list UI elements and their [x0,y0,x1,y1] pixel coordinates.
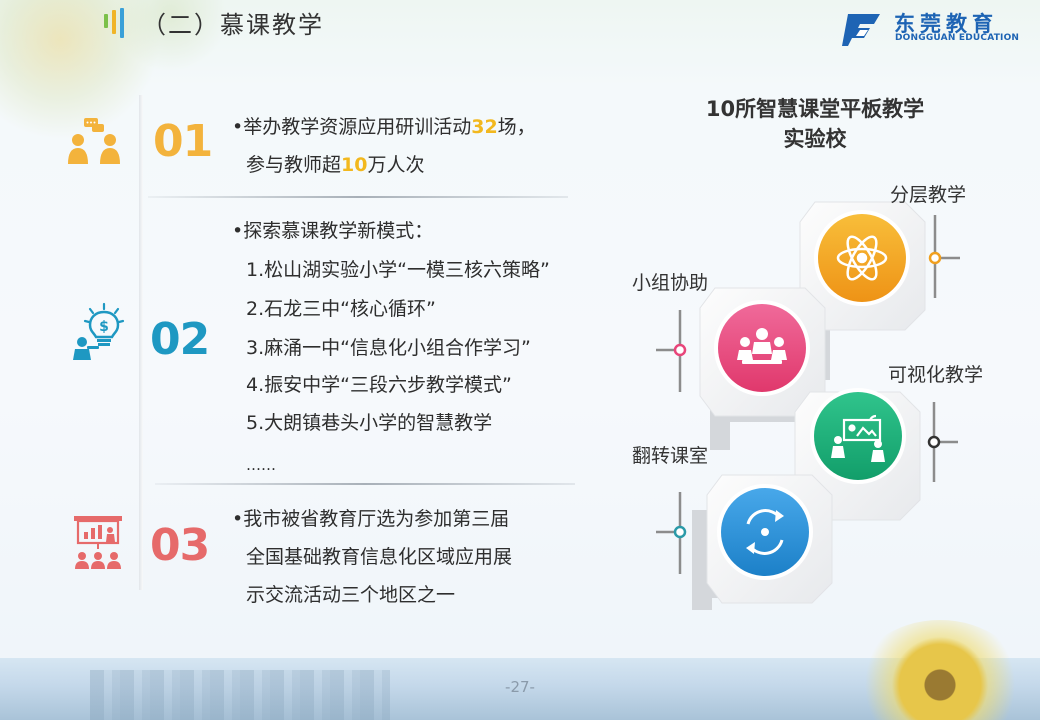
feature-label-layered: 分层教学 [890,184,967,206]
section-02-ellipsis: …… [246,456,276,474]
feature-label-group: 小组协助 [632,272,709,294]
activity-count: 32 [471,116,498,138]
presentation-audience-icon [74,516,122,569]
logo-text-en: DONGGUAN EDUCATION [895,33,1020,43]
section-number-03: 03 [150,520,210,571]
people-chat-icon [68,118,120,164]
logo-mark-icon [842,14,880,46]
right-title-line-2: 实验校 [783,127,847,151]
section-separator-2 [155,483,575,485]
svg-text:$: $ [99,319,109,335]
section-01-line-1: •举办教学资源应用研训活动32场， [232,114,536,140]
right-title-line-1: 10所智慧课堂平板教学 [705,97,925,121]
smart-classroom-diagram [656,201,960,610]
teacher-count: 10 [341,154,368,176]
dongguan-education-logo: 东莞教育 DONGGUAN EDUCATION [840,8,1030,50]
section-01-line-2: 参与教师超10万人次 [246,152,424,178]
section-02-line-5: 4.振安中学“三段六步教学模式” [246,374,512,396]
right-panel-title: 10所智慧课堂平板教学 实验校 [680,94,950,154]
section-03-line-3: 示交流活动三个地区之一 [246,584,456,606]
left-divider [139,95,143,590]
section-02-line-2: 1.松山湖实验小学“一模三核六策略” [246,259,550,281]
section-03-line-2: 全国基础教育信息化区域应用展 [246,546,513,568]
idea-bulb-icon: $ [73,302,125,360]
section-separator-1 [148,196,568,198]
section-01-line-2-suffix: 万人次 [367,154,425,176]
feature-label-flipped: 翻转课室 [632,445,709,467]
section-02-line-6: 5.大朗镇巷头小学的智慧教学 [246,412,493,434]
section-02-line-3: 2.石龙三中“核心循环” [246,298,436,320]
section-02-line-4: 3.麻涌一中“信息化小组合作学习” [246,337,531,359]
section-02-line-1: •探索慕课教学新模式： [232,220,434,242]
title-accent-bars-icon [104,8,134,42]
page-title: （二）慕课教学 [142,11,324,39]
section-number-02: 02 [150,314,210,365]
feature-label-visual: 可视化教学 [888,364,984,386]
feature-tile-flipped [656,474,833,604]
section-03-line-1: •我市被省教育厅选为参加第三届 [232,508,510,530]
section-01-line-1-suffix: 场， [497,116,536,138]
footer-flower [855,620,1025,720]
feature-tile-group [656,287,826,417]
footer-cityscape [90,670,390,720]
page-number: -27- [505,678,535,696]
section-number-01: 01 [153,116,213,167]
section-01-line-2-text: 参与教师超 [246,154,342,176]
section-01-line-1-text: •举办教学资源应用研训活动 [232,116,472,138]
